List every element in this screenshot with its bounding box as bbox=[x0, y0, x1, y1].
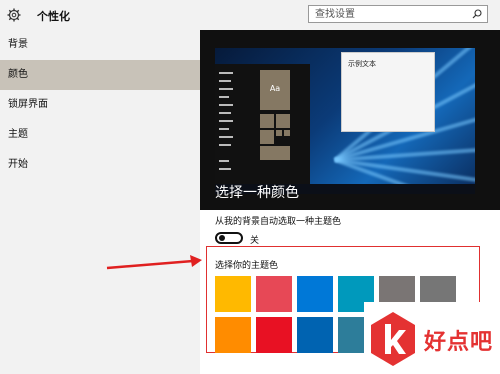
auto-color-label: 从我的背景自动选取一种主题色 bbox=[215, 217, 342, 227]
color-swatch[interactable] bbox=[297, 317, 333, 353]
color-swatch[interactable] bbox=[297, 276, 333, 312]
color-swatch[interactable] bbox=[256, 276, 292, 312]
watermark-text: 好点吧 bbox=[424, 330, 494, 355]
sidebar: 背景 颜色 锁屏界面 主题 开始 bbox=[0, 30, 200, 374]
sidebar-item-themes[interactable]: 主题 bbox=[0, 120, 200, 150]
color-swatch[interactable] bbox=[215, 276, 251, 312]
color-swatch[interactable] bbox=[215, 317, 251, 353]
section-title: 选择一种颜色 bbox=[215, 185, 299, 201]
toggle-knob bbox=[219, 235, 225, 241]
start-menu-preview: Aa bbox=[215, 64, 310, 188]
title-bar: 个性化 bbox=[0, 0, 500, 30]
gear-icon bbox=[7, 8, 21, 22]
arrow-annotation bbox=[106, 255, 202, 270]
color-swatch[interactable] bbox=[256, 317, 292, 353]
search-icon[interactable] bbox=[472, 9, 482, 19]
sidebar-item-start[interactable]: 开始 bbox=[0, 150, 200, 180]
sidebar-item-colors[interactable]: 颜色 bbox=[0, 60, 200, 90]
logo-icon bbox=[371, 312, 415, 366]
tile-preview: Aa bbox=[260, 70, 290, 110]
accent-color-label: 选择你的主题色 bbox=[215, 261, 279, 271]
auto-color-toggle[interactable] bbox=[215, 232, 243, 244]
watermark-logo: 好点吧 bbox=[364, 302, 500, 374]
color-preview: Aa 示例文本 选择一种颜色 bbox=[200, 30, 500, 210]
desktop-wallpaper: Aa 示例文本 bbox=[215, 48, 475, 194]
sidebar-item-background[interactable]: 背景 bbox=[0, 30, 200, 60]
search-input[interactable] bbox=[315, 7, 465, 21]
page-title: 个性化 bbox=[37, 10, 70, 23]
toggle-state: 关 bbox=[250, 236, 260, 246]
sample-window: 示例文本 bbox=[341, 52, 435, 132]
search-box[interactable] bbox=[308, 5, 488, 23]
sidebar-item-lock-screen[interactable]: 锁屏界面 bbox=[0, 90, 200, 120]
